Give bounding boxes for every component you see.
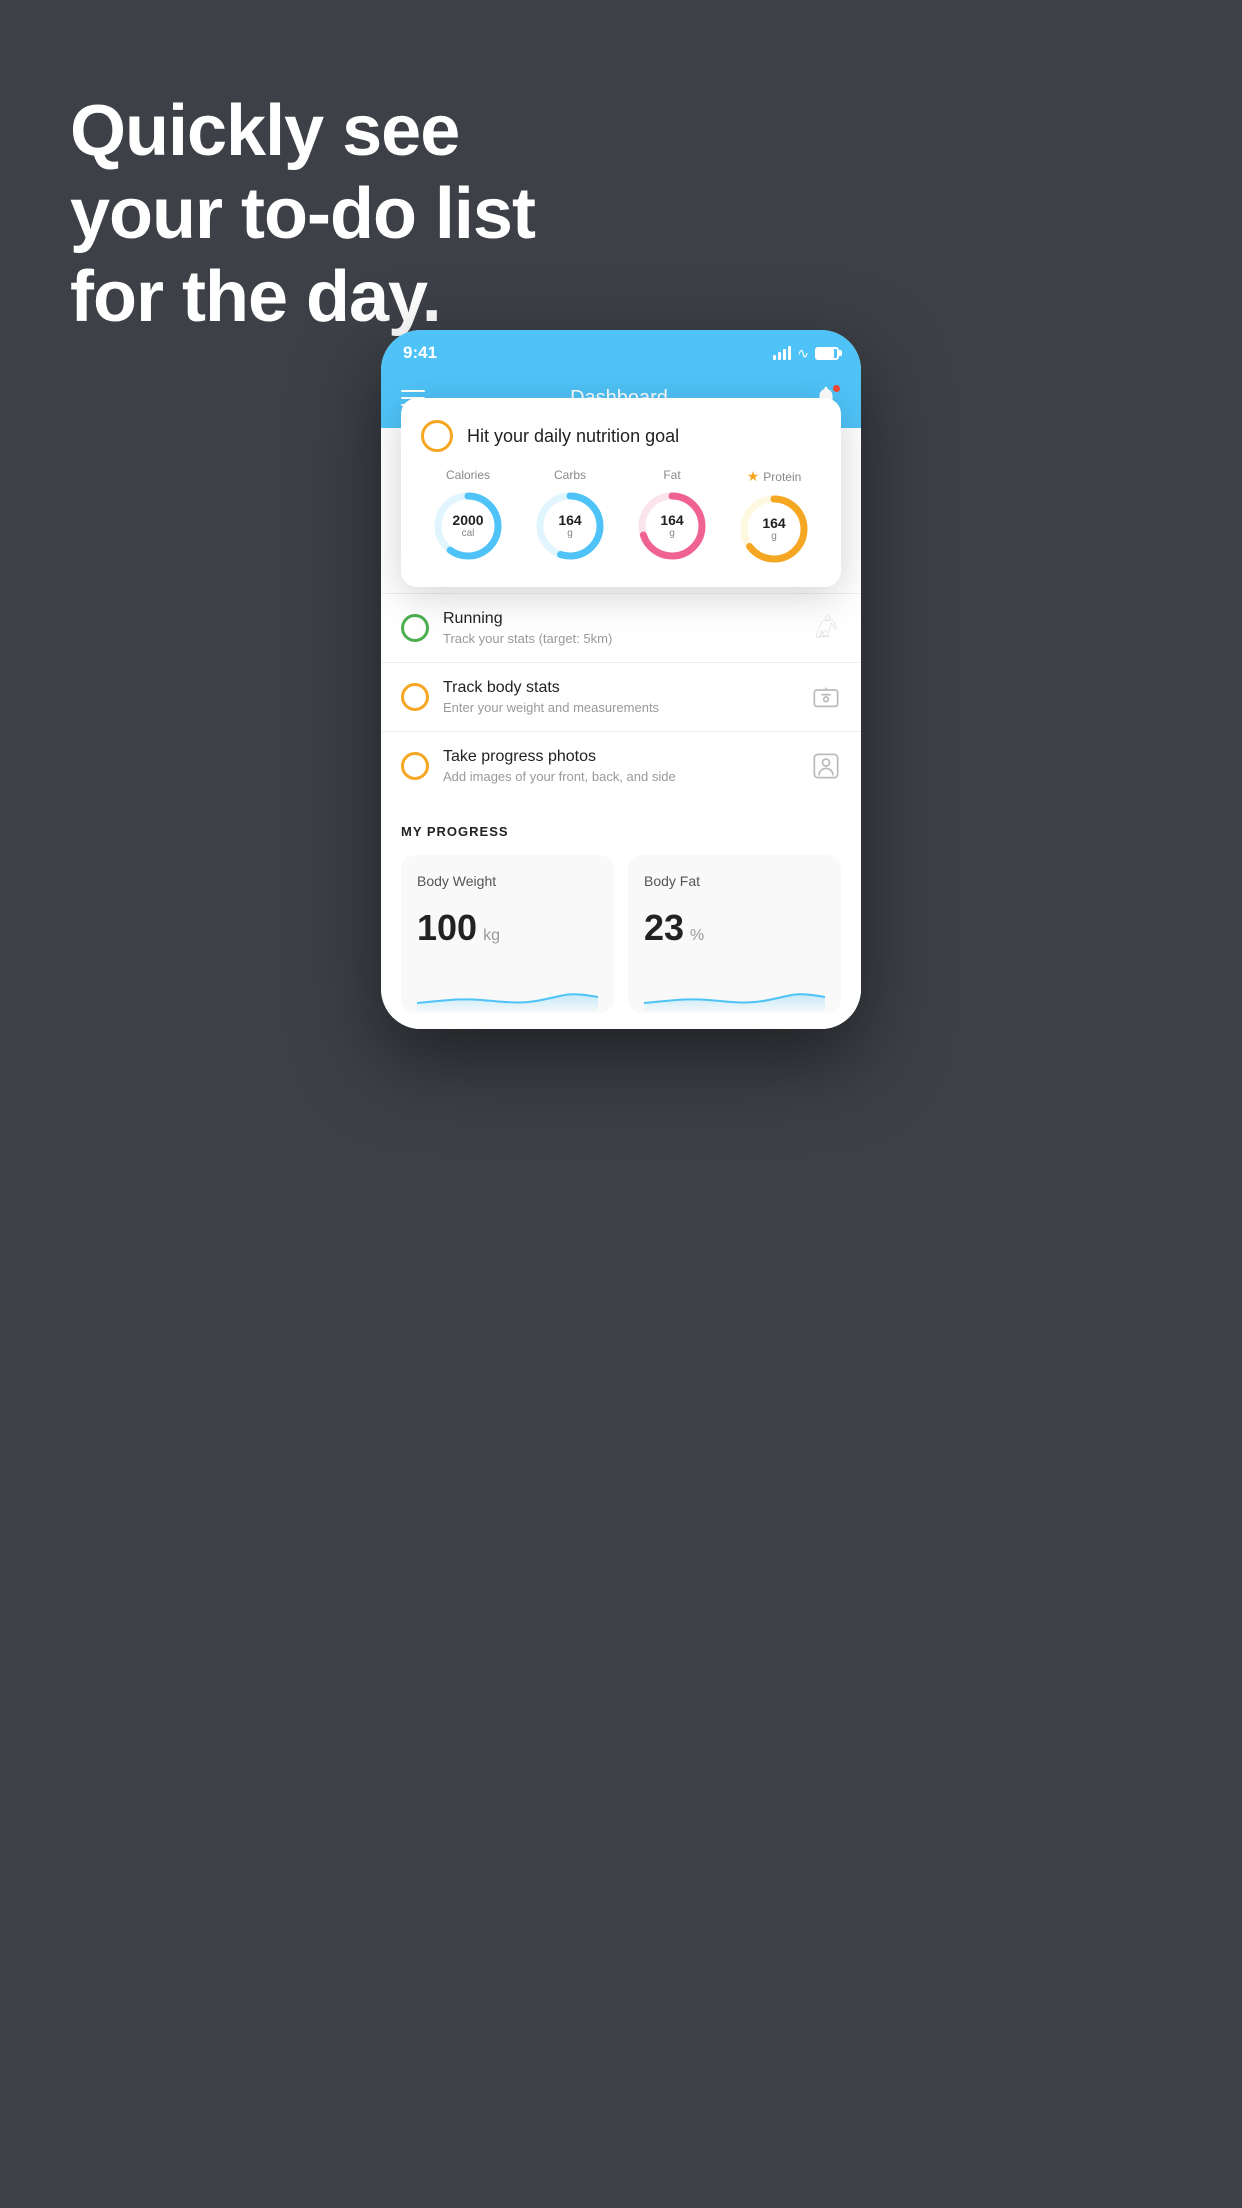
- nutrition-item-calories: Calories 2000 cal: [430, 468, 506, 567]
- notification-dot: [832, 384, 841, 393]
- nutrition-item-fat: Fat 164 g: [634, 468, 710, 567]
- todo-item-1[interactable]: Track body stats Enter your weight and me…: [381, 662, 861, 731]
- progress-value-0: 100: [417, 907, 477, 949]
- nutrition-ring-protein: 164 g: [736, 491, 812, 567]
- ring-text: 164 g: [762, 516, 785, 542]
- nutrition-card-title: Hit your daily nutrition goal: [467, 426, 679, 447]
- shoe-icon: [811, 613, 841, 643]
- ring-text: 164 g: [558, 513, 581, 539]
- progress-card-title-1: Body Fat: [644, 873, 825, 889]
- todo-text-1: Track body stats Enter your weight and me…: [443, 679, 797, 715]
- progress-unit-0: kg: [483, 927, 500, 945]
- ring-text: 2000 cal: [452, 513, 483, 539]
- status-icons: ∿: [773, 345, 839, 362]
- hero-line2: your to-do list: [70, 173, 535, 256]
- hero-text: Quickly see your to-do list for the day.: [70, 90, 535, 338]
- scale-icon: [811, 682, 841, 712]
- nutrition-item-carbs: Carbs 164 g: [532, 468, 608, 567]
- battery-icon: [815, 347, 839, 360]
- progress-card-0[interactable]: Body Weight 100 kg: [401, 855, 614, 1013]
- todo-item-0[interactable]: Running Track your stats (target: 5km): [381, 593, 861, 662]
- nutrition-label-calories: Calories: [446, 468, 490, 482]
- star-icon: ★: [747, 468, 760, 485]
- status-bar: 9:41 ∿: [381, 330, 861, 372]
- nutrition-ring-carbs: 164 g: [532, 488, 608, 564]
- sparkline-0: [417, 973, 598, 1013]
- nutrition-ring-calories: 2000 cal: [430, 488, 506, 564]
- todo-circle-2: [401, 752, 429, 780]
- todo-subtitle-1: Enter your weight and measurements: [443, 700, 797, 715]
- todo-subtitle-2: Add images of your front, back, and side: [443, 769, 797, 784]
- todo-text-2: Take progress photos Add images of your f…: [443, 748, 797, 784]
- hero-line3: for the day.: [70, 256, 535, 339]
- progress-card-title-0: Body Weight: [417, 873, 598, 889]
- progress-cards: Body Weight 100 kg Body Fat 23%: [401, 855, 841, 1013]
- sparkline-1: [644, 973, 825, 1013]
- status-time: 9:41: [403, 343, 437, 363]
- progress-card-1[interactable]: Body Fat 23%: [628, 855, 841, 1013]
- todo-subtitle-0: Track your stats (target: 5km): [443, 631, 797, 646]
- todo-title-2: Take progress photos: [443, 748, 797, 766]
- signal-icon: [773, 346, 791, 360]
- person-icon: [811, 751, 841, 781]
- nutrition-ring-fat: 164 g: [634, 488, 710, 564]
- nutrition-label-fat: Fat: [663, 468, 680, 482]
- nutrition-item-protein: ★Protein 164 g: [736, 468, 812, 567]
- wifi-icon: ∿: [797, 345, 809, 362]
- ring-text: 164 g: [660, 513, 683, 539]
- progress-value-row-0: 100 kg: [417, 907, 598, 949]
- progress-section: MY PROGRESS Body Weight 100 kg Body Fat 23%: [381, 800, 861, 1029]
- progress-value-row-1: 23%: [644, 907, 825, 949]
- todo-circle-0: [401, 614, 429, 642]
- progress-unit-1: %: [690, 927, 704, 945]
- todo-title-1: Track body stats: [443, 679, 797, 697]
- todo-text-0: Running Track your stats (target: 5km): [443, 610, 797, 646]
- hero-line1: Quickly see: [70, 90, 535, 173]
- nutrition-card: Hit your daily nutrition goal Calories 2…: [401, 398, 841, 587]
- todo-title-0: Running: [443, 610, 797, 628]
- todo-circle-1: [401, 683, 429, 711]
- progress-value-1: 23: [644, 907, 684, 949]
- progress-section-title: MY PROGRESS: [401, 824, 841, 839]
- phone-frame: 9:41 ∿ Dashboard: [381, 330, 861, 1029]
- app-content: THINGS TO DO TODAY Hit your daily nutrit…: [381, 428, 861, 1029]
- nutrition-check-circle[interactable]: [421, 420, 453, 452]
- todo-item-2[interactable]: Take progress photos Add images of your f…: [381, 731, 861, 800]
- nutrition-row: Calories 2000 cal Carbs 164 g Fat 164 g …: [421, 468, 821, 567]
- nutrition-label-carbs: Carbs: [554, 468, 586, 482]
- nutrition-label-protein: ★Protein: [747, 468, 802, 485]
